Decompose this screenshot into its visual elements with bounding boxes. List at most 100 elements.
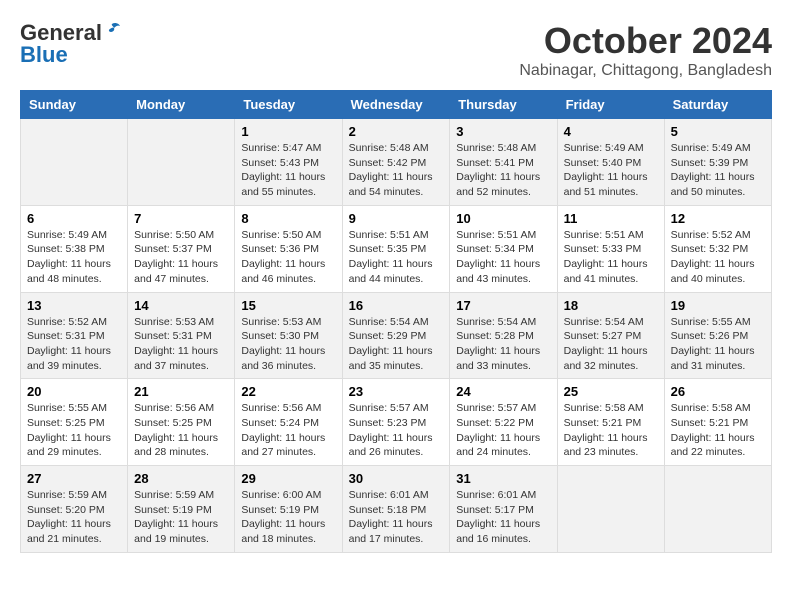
calendar-cell: 9Sunrise: 5:51 AM Sunset: 5:35 PM Daylig… [342,205,450,292]
cell-content: Sunrise: 5:49 AM Sunset: 5:39 PM Dayligh… [671,141,765,200]
day-number: 27 [27,471,121,486]
calendar-cell: 18 Sunrise: 5:54 AM Sunset: 5:27 PM Dayli… [557,292,664,379]
calendar-cell: 3 Sunrise: 5:48 AM Sunset: 5:41 PM Daylig… [450,119,557,206]
day-number: 12 [671,211,765,226]
title-section: October 2024 Nabinagar, Chittagong, Bang… [519,20,772,80]
cell-content: Sunrise: 5:58 AM Sunset: 5:21 PM Dayligh… [564,401,658,460]
day-number: 18 [564,298,658,313]
day-number: 28 [134,471,228,486]
calendar-week-row: 13 Sunrise: 5:52 AM Sunset: 5:31 PM Dayli… [21,292,772,379]
cell-content: Sunrise: 5:49 AM Sunset: 5:40 PM Dayligh… [564,141,658,200]
calendar-cell: 12 Sunrise: 5:52 AM Sunset: 5:32 PM Dayli… [664,205,771,292]
location-title: Nabinagar, Chittagong, Bangladesh [519,62,772,80]
calendar-cell: 16 Sunrise: 5:54 AM Sunset: 5:29 PM Dayli… [342,292,450,379]
cell-content: Sunrise: 5:54 AM Sunset: 5:27 PM Dayligh… [564,315,658,374]
calendar-cell: 17 Sunrise: 5:54 AM Sunset: 5:28 PM Dayli… [450,292,557,379]
calendar-cell: 15Sunrise: 5:53 AM Sunset: 5:30 PM Dayli… [235,292,342,379]
cell-content: Sunrise: 5:53 AM Sunset: 5:31 PM Dayligh… [134,315,228,374]
calendar-cell: 10 Sunrise: 5:51 AM Sunset: 5:34 PM Dayli… [450,205,557,292]
calendar-header: SundayMondayTuesdayWednesdayThursdayFrid… [21,91,772,119]
day-number: 5 [671,124,765,139]
header-day: Sunday [21,91,128,119]
day-number: 21 [134,384,228,399]
calendar-week-row: 27 Sunrise: 5:59 AM Sunset: 5:20 PM Dayli… [21,466,772,553]
calendar-cell: 8 Sunrise: 5:50 AM Sunset: 5:36 PM Daylig… [235,205,342,292]
calendar-cell: 6 Sunrise: 5:49 AM Sunset: 5:38 PM Daylig… [21,205,128,292]
cell-content: Sunrise: 6:01 AM Sunset: 5:17 PM Dayligh… [456,488,550,547]
calendar-cell: 25 Sunrise: 5:58 AM Sunset: 5:21 PM Dayli… [557,379,664,466]
header-day: Tuesday [235,91,342,119]
cell-content: Sunrise: 5:54 AM Sunset: 5:28 PM Dayligh… [456,315,550,374]
cell-content: Sunrise: 5:51 AM Sunset: 5:34 PM Dayligh… [456,228,550,287]
month-title: October 2024 [519,20,772,62]
calendar-cell: 2 Sunrise: 5:48 AM Sunset: 5:42 PM Daylig… [342,119,450,206]
header-day: Wednesday [342,91,450,119]
day-number: 15 [241,298,335,313]
cell-content: Sunrise: 5:52 AM Sunset: 5:31 PM Dayligh… [27,315,121,374]
cell-content: Sunrise: 5:49 AM Sunset: 5:38 PM Dayligh… [27,228,121,287]
header-day: Friday [557,91,664,119]
calendar-cell: 21 Sunrise: 5:56 AM Sunset: 5:25 PM Dayli… [128,379,235,466]
cell-content: Sunrise: 5:51 AM Sunset: 5:35 PM Dayligh… [349,228,444,287]
cell-content: Sunrise: 5:54 AM Sunset: 5:29 PM Dayligh… [349,315,444,374]
day-number: 20 [27,384,121,399]
day-number: 31 [456,471,550,486]
day-number: 11 [564,211,658,226]
day-number: 7 [134,211,228,226]
cell-content: Sunrise: 5:58 AM Sunset: 5:21 PM Dayligh… [671,401,765,460]
calendar-cell: 22 Sunrise: 5:56 AM Sunset: 5:24 PM Dayli… [235,379,342,466]
cell-content: Sunrise: 5:55 AM Sunset: 5:25 PM Dayligh… [27,401,121,460]
calendar-cell [128,119,235,206]
logo-bird-icon [104,22,120,36]
day-number: 13 [27,298,121,313]
calendar-cell: 4 Sunrise: 5:49 AM Sunset: 5:40 PM Daylig… [557,119,664,206]
cell-content: Sunrise: 5:59 AM Sunset: 5:20 PM Dayligh… [27,488,121,547]
calendar-cell: 26 Sunrise: 5:58 AM Sunset: 5:21 PM Dayli… [664,379,771,466]
cell-content: Sunrise: 5:48 AM Sunset: 5:41 PM Dayligh… [456,141,550,200]
day-number: 6 [27,211,121,226]
calendar-cell [664,466,771,553]
day-number: 25 [564,384,658,399]
calendar-cell: 5 Sunrise: 5:49 AM Sunset: 5:39 PM Daylig… [664,119,771,206]
cell-content: Sunrise: 5:55 AM Sunset: 5:26 PM Dayligh… [671,315,765,374]
cell-content: Sunrise: 5:51 AM Sunset: 5:33 PM Dayligh… [564,228,658,287]
day-number: 2 [349,124,444,139]
header-row: SundayMondayTuesdayWednesdayThursdayFrid… [21,91,772,119]
day-number: 26 [671,384,765,399]
day-number: 8 [241,211,335,226]
day-number: 23 [349,384,444,399]
day-number: 14 [134,298,228,313]
cell-content: Sunrise: 5:57 AM Sunset: 5:23 PM Dayligh… [349,401,444,460]
calendar-cell: 19Sunrise: 5:55 AM Sunset: 5:26 PM Dayli… [664,292,771,379]
calendar-cell: 14 Sunrise: 5:53 AM Sunset: 5:31 PM Dayli… [128,292,235,379]
calendar-cell: 20 Sunrise: 5:55 AM Sunset: 5:25 PM Dayli… [21,379,128,466]
day-number: 4 [564,124,658,139]
calendar-week-row: 1Sunrise: 5:47 AM Sunset: 5:43 PM Daylig… [21,119,772,206]
day-number: 1 [241,124,335,139]
calendar-cell: 1Sunrise: 5:47 AM Sunset: 5:43 PM Daylig… [235,119,342,206]
cell-content: Sunrise: 6:00 AM Sunset: 5:19 PM Dayligh… [241,488,335,547]
calendar-cell [21,119,128,206]
cell-content: Sunrise: 5:50 AM Sunset: 5:36 PM Dayligh… [241,228,335,287]
cell-content: Sunrise: 5:56 AM Sunset: 5:24 PM Dayligh… [241,401,335,460]
cell-content: Sunrise: 5:56 AM Sunset: 5:25 PM Dayligh… [134,401,228,460]
cell-content: Sunrise: 5:52 AM Sunset: 5:32 PM Dayligh… [671,228,765,287]
calendar-body: 1Sunrise: 5:47 AM Sunset: 5:43 PM Daylig… [21,119,772,553]
calendar-cell: 27 Sunrise: 5:59 AM Sunset: 5:20 PM Dayli… [21,466,128,553]
day-number: 16 [349,298,444,313]
header-day: Monday [128,91,235,119]
day-number: 17 [456,298,550,313]
day-number: 3 [456,124,550,139]
calendar-cell: 23 Sunrise: 5:57 AM Sunset: 5:23 PM Dayli… [342,379,450,466]
calendar-cell: 24Sunrise: 5:57 AM Sunset: 5:22 PM Dayli… [450,379,557,466]
calendar-week-row: 20 Sunrise: 5:55 AM Sunset: 5:25 PM Dayli… [21,379,772,466]
day-number: 10 [456,211,550,226]
calendar-cell: 30Sunrise: 6:01 AM Sunset: 5:18 PM Dayli… [342,466,450,553]
cell-content: Sunrise: 6:01 AM Sunset: 5:18 PM Dayligh… [349,488,444,547]
calendar-week-row: 6 Sunrise: 5:49 AM Sunset: 5:38 PM Daylig… [21,205,772,292]
cell-content: Sunrise: 5:57 AM Sunset: 5:22 PM Dayligh… [456,401,550,460]
logo-general: General [20,20,102,45]
calendar-cell: 7Sunrise: 5:50 AM Sunset: 5:37 PM Daylig… [128,205,235,292]
day-number: 22 [241,384,335,399]
cell-content: Sunrise: 5:48 AM Sunset: 5:42 PM Dayligh… [349,141,444,200]
